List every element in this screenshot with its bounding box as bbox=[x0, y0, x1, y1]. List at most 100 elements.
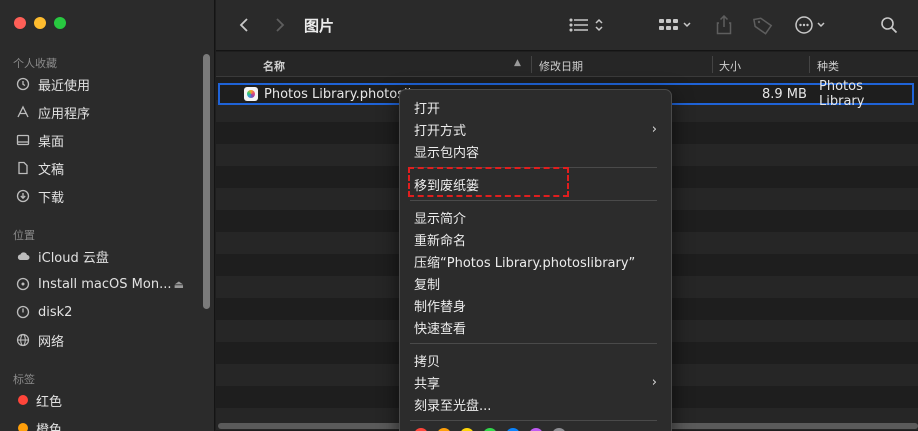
sidebar-item-install-macos[interactable]: Install macOS Mon... ⏏ bbox=[8, 272, 198, 296]
orange-tag-icon bbox=[18, 423, 28, 431]
eject-icon[interactable]: ⏏ bbox=[174, 278, 184, 291]
sidebar-item-label: 网络 bbox=[38, 334, 65, 350]
sort-ascending-icon[interactable]: ▲ bbox=[514, 58, 521, 68]
menu-item-label: 重新命名 bbox=[414, 233, 467, 249]
menu-item-open-with[interactable]: 打开方式 › bbox=[414, 119, 661, 139]
column-divider[interactable] bbox=[531, 56, 532, 73]
download-icon bbox=[16, 189, 30, 203]
column-header-name[interactable]: 名称 bbox=[263, 58, 285, 74]
column-divider[interactable] bbox=[712, 56, 713, 73]
menu-item-label: 打开 bbox=[414, 101, 441, 117]
menu-item-label: 刻录至光盘... bbox=[414, 398, 492, 414]
window-title: 图片 bbox=[304, 17, 335, 35]
list-view-icon bbox=[569, 18, 603, 32]
sidebar-item-downloads[interactable]: 下载 bbox=[8, 184, 198, 208]
menu-item-compress[interactable]: 压缩“Photos Library.photoslibrary” bbox=[414, 251, 661, 271]
sidebar-item-tag-orange[interactable]: 橙色 bbox=[8, 416, 198, 431]
menu-separator bbox=[410, 420, 657, 421]
column-divider[interactable] bbox=[809, 56, 810, 73]
maximize-window-button[interactable] bbox=[54, 17, 66, 29]
menu-item-quick-look[interactable]: 快速查看 bbox=[414, 317, 661, 337]
menu-item-get-info[interactable]: 显示简介 bbox=[414, 207, 661, 227]
chevron-left-icon bbox=[239, 18, 248, 32]
cloud-icon bbox=[16, 249, 30, 263]
sidebar-item-tag-red[interactable]: 红色 bbox=[8, 388, 198, 412]
menu-item-label: 显示包内容 bbox=[414, 145, 480, 161]
search-button[interactable] bbox=[878, 13, 900, 37]
menu-item-label: 拷贝 bbox=[414, 354, 441, 370]
sidebar-item-network[interactable]: 网络 bbox=[8, 328, 198, 352]
photos-library-icon bbox=[244, 87, 258, 101]
document-icon bbox=[16, 161, 30, 175]
sidebar-scrollbar[interactable] bbox=[203, 54, 210, 309]
window-controls bbox=[14, 17, 66, 29]
file-kind: Photos Library bbox=[819, 79, 865, 109]
menu-item-label: 显示简介 bbox=[414, 211, 467, 227]
file-name: Photos Library.photosli bbox=[264, 86, 412, 102]
grid-icon bbox=[659, 19, 691, 30]
column-header-row: 名称 ▲ 修改日期 大小 种类 bbox=[216, 52, 918, 77]
context-menu: 打开 打开方式 › 显示包内容 移到废纸篓 显示简介 重新命名 压缩“Photos… bbox=[399, 89, 672, 431]
sidebar-item-label: 应用程序 bbox=[38, 106, 91, 122]
ellipsis-circle-icon bbox=[795, 16, 825, 34]
sidebar-item-desktop[interactable]: 桌面 bbox=[8, 128, 198, 152]
sidebar-item-disk2[interactable]: disk2 bbox=[8, 300, 198, 324]
menu-item-label: 快速查看 bbox=[414, 321, 467, 337]
column-header-size[interactable]: 大小 bbox=[719, 58, 741, 74]
more-actions-button[interactable] bbox=[794, 13, 830, 37]
sidebar-item-label: 下载 bbox=[38, 190, 65, 206]
menu-separator bbox=[410, 200, 657, 201]
share-icon bbox=[716, 15, 732, 35]
tags-section-title: 标签 bbox=[13, 373, 35, 386]
sidebar-item-applications[interactable]: 应用程序 bbox=[8, 100, 198, 124]
close-window-button[interactable] bbox=[14, 17, 26, 29]
toolbar: 图片 bbox=[216, 0, 918, 51]
tag-button[interactable] bbox=[752, 13, 774, 37]
favorites-section-title: 个人收藏 bbox=[13, 57, 57, 70]
menu-item-open[interactable]: 打开 bbox=[414, 97, 661, 117]
menu-item-label: 共享 bbox=[414, 376, 441, 392]
menu-item-label: 压缩“Photos Library.photoslibrary” bbox=[414, 255, 636, 271]
share-button[interactable] bbox=[714, 13, 734, 37]
menu-item-burn-to-disc[interactable]: 刻录至光盘... bbox=[414, 394, 661, 414]
chevron-right-icon: › bbox=[651, 121, 657, 137]
menu-item-copy[interactable]: 拷贝 bbox=[414, 350, 661, 370]
file-size: 8.9 MB bbox=[762, 86, 807, 102]
apps-icon bbox=[16, 105, 30, 119]
menu-item-show-package-contents[interactable]: 显示包内容 bbox=[414, 141, 661, 161]
annotation-highlight-box bbox=[408, 167, 569, 197]
chevron-right-icon: › bbox=[651, 374, 657, 390]
view-list-button[interactable] bbox=[568, 13, 608, 37]
clock-icon bbox=[16, 77, 30, 91]
menu-item-duplicate[interactable]: 复制 bbox=[414, 273, 661, 293]
sidebar-item-label: disk2 bbox=[38, 304, 73, 320]
minimize-window-button[interactable] bbox=[34, 17, 46, 29]
chevron-right-icon bbox=[276, 18, 285, 32]
sidebar-item-recents[interactable]: 最近使用 bbox=[8, 72, 198, 96]
menu-item-make-alias[interactable]: 制作替身 bbox=[414, 295, 661, 315]
menu-item-rename[interactable]: 重新命名 bbox=[414, 229, 661, 249]
sidebar-item-label: Install macOS Mon... bbox=[38, 276, 172, 292]
menu-item-label: 打开方式 bbox=[414, 123, 467, 139]
group-button[interactable] bbox=[656, 13, 696, 37]
sidebar-item-label: 橙色 bbox=[36, 422, 63, 431]
sidebar-item-label: 最近使用 bbox=[38, 78, 91, 94]
sidebar-item-icloud[interactable]: iCloud 云盘 bbox=[8, 244, 198, 268]
tag-icon bbox=[753, 17, 773, 35]
forward-button[interactable] bbox=[270, 13, 290, 37]
menu-item-share[interactable]: 共享 › bbox=[414, 372, 661, 392]
column-header-modified[interactable]: 修改日期 bbox=[539, 58, 583, 74]
search-icon bbox=[881, 17, 898, 34]
locations-section-title: 位置 bbox=[13, 229, 35, 242]
menu-item-label: 复制 bbox=[414, 277, 441, 293]
desktop-icon bbox=[16, 133, 30, 147]
menu-separator bbox=[410, 343, 657, 344]
sidebar: 个人收藏 最近使用 应用程序 桌面 文稿 下载 位置 iCloud 云盘 Ins… bbox=[0, 0, 215, 431]
sidebar-item-documents[interactable]: 文稿 bbox=[8, 156, 198, 180]
column-header-kind[interactable]: 种类 bbox=[817, 58, 839, 74]
menu-item-label: 制作替身 bbox=[414, 299, 467, 315]
sidebar-item-label: 桌面 bbox=[38, 134, 65, 150]
disk-icon bbox=[16, 305, 30, 319]
back-button[interactable] bbox=[234, 13, 254, 37]
sidebar-item-label: iCloud 云盘 bbox=[38, 250, 109, 266]
